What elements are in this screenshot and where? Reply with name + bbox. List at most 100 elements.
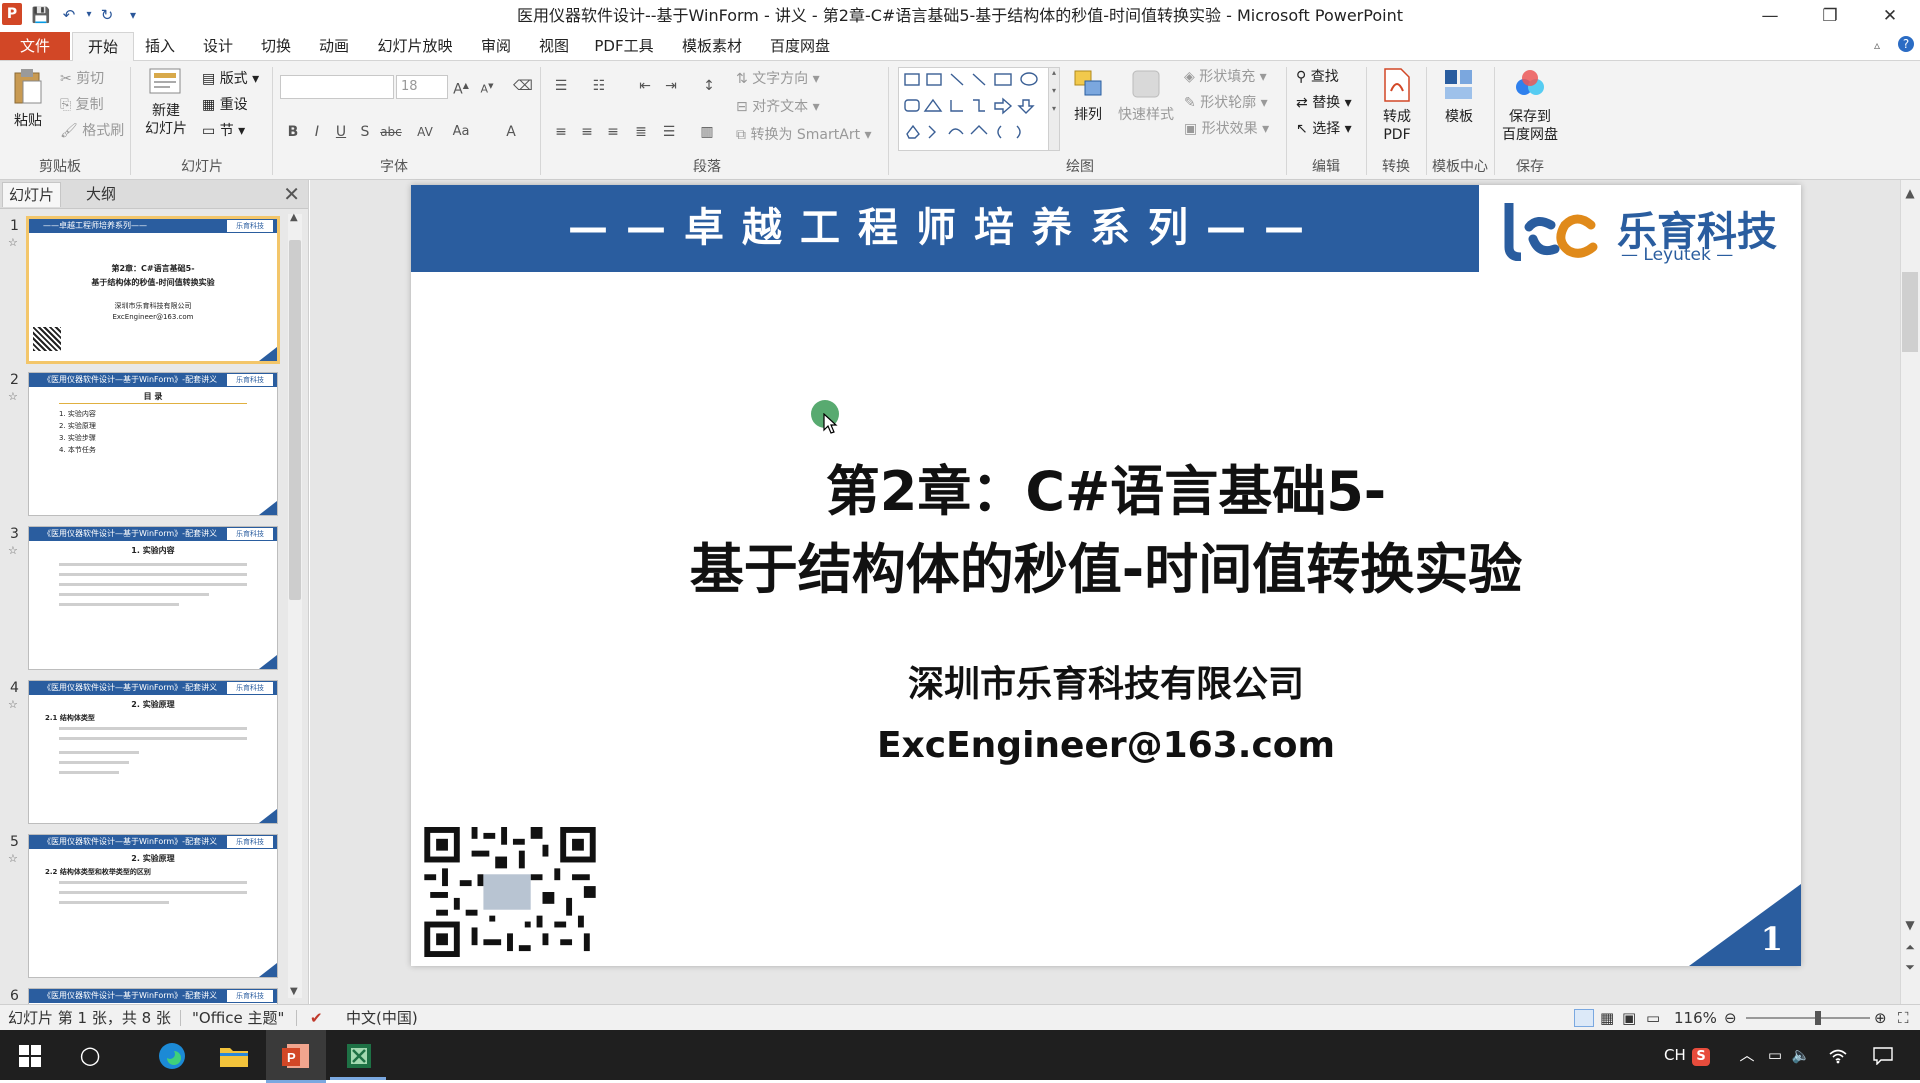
customize-qat-icon[interactable]: ▾	[122, 4, 144, 26]
find-button[interactable]: ⚲ 查找	[1296, 65, 1339, 89]
restore-button[interactable]: ❐	[1800, 0, 1860, 32]
bullets-icon[interactable]: ☰	[550, 75, 572, 97]
edge-browser-icon[interactable]	[142, 1030, 202, 1080]
tab-slides[interactable]: 幻灯片	[2, 182, 62, 207]
ime-language[interactable]: CH	[1664, 1030, 1686, 1080]
next-slide-icon[interactable]: ⏷	[1902, 960, 1918, 975]
tab-view[interactable]: 视图	[532, 32, 576, 60]
tab-outline[interactable]: 大纲	[80, 182, 122, 206]
windows-start-icon[interactable]	[0, 1030, 60, 1080]
tab-review[interactable]: 审阅	[474, 32, 518, 60]
align-left-icon[interactable]: ≡	[550, 121, 572, 143]
fit-to-window-icon[interactable]: ⛶	[1898, 1005, 1909, 1031]
scroll-up-icon[interactable]: ▲	[290, 212, 298, 223]
font-size-combo[interactable]: 18	[396, 75, 448, 99]
notification-center-icon[interactable]	[1868, 1030, 1898, 1080]
pane-scroll-thumb[interactable]	[289, 240, 301, 600]
minimize-button[interactable]: —	[1740, 0, 1800, 32]
slide-thumbnail-2[interactable]: 《医用仪器软件设计—基于WinForm》-配套讲义 乐育科技 目 录 1. 实验…	[28, 372, 278, 516]
previous-slide-icon[interactable]: ⏶	[1902, 940, 1918, 955]
wifi-icon[interactable]	[1826, 1030, 1850, 1080]
shape-fill-button[interactable]: ◈ 形状填充 ▾	[1184, 65, 1267, 89]
smartart-button[interactable]: ⧉ 转换为 SmartArt ▾	[736, 123, 872, 147]
zoom-slider-handle[interactable]	[1814, 1011, 1821, 1025]
new-slide-button[interactable]: 新建 幻灯片	[138, 67, 194, 138]
paste-button[interactable]: 粘贴	[6, 67, 50, 130]
help-icon[interactable]: ?	[1898, 36, 1914, 52]
decrease-indent-icon[interactable]: ⇤	[634, 75, 656, 97]
powerpoint-taskbar-icon[interactable]: P	[266, 1030, 326, 1083]
grow-font-icon[interactable]: A▲	[450, 75, 472, 98]
slide-thumbnail-3[interactable]: 《医用仪器软件设计—基于WinForm》-配套讲义 乐育科技 1. 实验内容	[28, 526, 278, 670]
character-spacing-icon[interactable]: AV	[414, 121, 436, 143]
slide-canvas[interactable]: ——卓越工程师培养系列—— 乐育科技 — Leyutek — 第2章：C#语言基…	[411, 185, 1801, 966]
close-pane-icon[interactable]: ✕	[283, 182, 300, 206]
reset-button[interactable]: ▦ 重设	[202, 93, 248, 117]
tab-file[interactable]: 文件	[0, 32, 70, 60]
font-name-combo[interactable]	[280, 75, 394, 99]
scroll-down-icon[interactable]: ▼	[1902, 918, 1918, 932]
quick-styles-button[interactable]: 快速样式	[1114, 67, 1178, 124]
numbering-icon[interactable]: ☷	[588, 75, 610, 97]
tab-insert[interactable]: 插入	[138, 32, 182, 60]
shrink-font-icon[interactable]: A▼	[476, 75, 498, 97]
tab-home[interactable]: 开始	[72, 32, 134, 61]
justify-icon[interactable]: ≣	[630, 121, 652, 143]
cut-button[interactable]: ✂ 剪切	[60, 67, 104, 91]
shadow-icon[interactable]: S	[354, 121, 376, 143]
show-hidden-icons[interactable]: ︿	[1736, 1030, 1758, 1080]
volume-icon[interactable]: 🔈	[1790, 1030, 1812, 1080]
file-explorer-icon[interactable]	[204, 1030, 264, 1080]
powerpoint-app-icon[interactable]: P	[2, 3, 22, 25]
shapes-gallery-scroll[interactable]: ▴ ▾ ▾	[1048, 67, 1060, 151]
bold-icon[interactable]: B	[282, 121, 304, 143]
slide-email[interactable]: ExcEngineer@163.com	[411, 725, 1801, 766]
convert-to-pdf-button[interactable]: 转成 PDF	[1372, 67, 1422, 144]
close-button[interactable]: ✕	[1860, 0, 1920, 32]
slide-thumbnail-1[interactable]: ——卓越工程师培养系列—— 乐育科技 第2章：C#语言基础5- 基于结构体的秒值…	[26, 216, 280, 364]
undo-icon[interactable]: ↶	[58, 4, 80, 26]
tab-baidu-netdisk[interactable]: 百度网盘	[764, 32, 836, 60]
increase-indent-icon[interactable]: ⇥	[660, 75, 682, 97]
italic-icon[interactable]: I	[306, 121, 328, 143]
slide-thumbnail-6[interactable]: 《医用仪器软件设计—基于WinForm》-配套讲义 乐育科技	[28, 988, 278, 1005]
save-icon[interactable]: 💾	[30, 4, 52, 26]
scroll-down-icon[interactable]: ▼	[290, 986, 298, 997]
zoom-in-icon[interactable]: ⊕	[1874, 1005, 1887, 1031]
tab-slideshow[interactable]: 幻灯片放映	[372, 32, 458, 60]
spellcheck-icon[interactable]: ✔	[310, 1005, 323, 1031]
slide-scroll-thumb[interactable]	[1902, 272, 1918, 352]
sogou-ime-icon[interactable]: S	[1690, 1030, 1712, 1080]
scroll-up-icon[interactable]: ▲	[1902, 186, 1918, 200]
shape-outline-button[interactable]: ✎ 形状轮廓 ▾	[1184, 91, 1268, 115]
columns-icon[interactable]: ▥	[696, 121, 718, 143]
redo-icon[interactable]: ↻	[96, 4, 118, 26]
select-button[interactable]: ↖ 选择 ▾	[1296, 117, 1352, 141]
template-button[interactable]: 模板	[1432, 67, 1486, 126]
tab-animations[interactable]: 动画	[312, 32, 356, 60]
slide-thumbnail-5[interactable]: 《医用仪器软件设计—基于WinForm》-配套讲义 乐育科技 2. 实验原理 2…	[28, 834, 278, 978]
reading-view-icon[interactable]: ▣	[1622, 1005, 1636, 1031]
section-button[interactable]: ▭ 节 ▾	[202, 119, 245, 143]
tab-design[interactable]: 设计	[196, 32, 240, 60]
align-center-icon[interactable]: ≡	[576, 121, 598, 143]
align-text-button[interactable]: ⊟ 对齐文本 ▾	[736, 95, 820, 119]
normal-view-icon[interactable]	[1574, 1009, 1594, 1027]
slide-thumbnail-4[interactable]: 《医用仪器软件设计—基于WinForm》-配套讲义 乐育科技 2. 实验原理 2…	[28, 680, 278, 824]
change-case-icon[interactable]: Aa	[450, 121, 472, 143]
slide-sorter-icon[interactable]: ▦	[1600, 1005, 1614, 1031]
arrange-button[interactable]: 排列	[1066, 67, 1110, 124]
tab-transitions[interactable]: 切换	[254, 32, 298, 60]
zoom-slider[interactable]	[1746, 1011, 1870, 1025]
slide-title-line-2[interactable]: 基于结构体的秒值-时间值转换实验	[411, 525, 1801, 604]
layout-button[interactable]: ▤ 版式 ▾	[202, 67, 259, 91]
banner-text[interactable]: ——卓越工程师培养系列——	[411, 185, 1479, 272]
shape-effects-button[interactable]: ▣ 形状效果 ▾	[1184, 117, 1269, 141]
text-direction-button[interactable]: ⇅ 文字方向 ▾	[736, 67, 820, 91]
replace-button[interactable]: ⇄ 替换 ▾	[1296, 91, 1352, 115]
battery-icon[interactable]: ▭	[1764, 1030, 1786, 1080]
shapes-gallery[interactable]	[898, 67, 1056, 151]
slide-company-name[interactable]: 深圳市乐育科技有限公司	[411, 655, 1801, 707]
zoom-level[interactable]: 116%	[1674, 1005, 1717, 1031]
clear-format-icon[interactable]: ⌫	[512, 75, 534, 97]
